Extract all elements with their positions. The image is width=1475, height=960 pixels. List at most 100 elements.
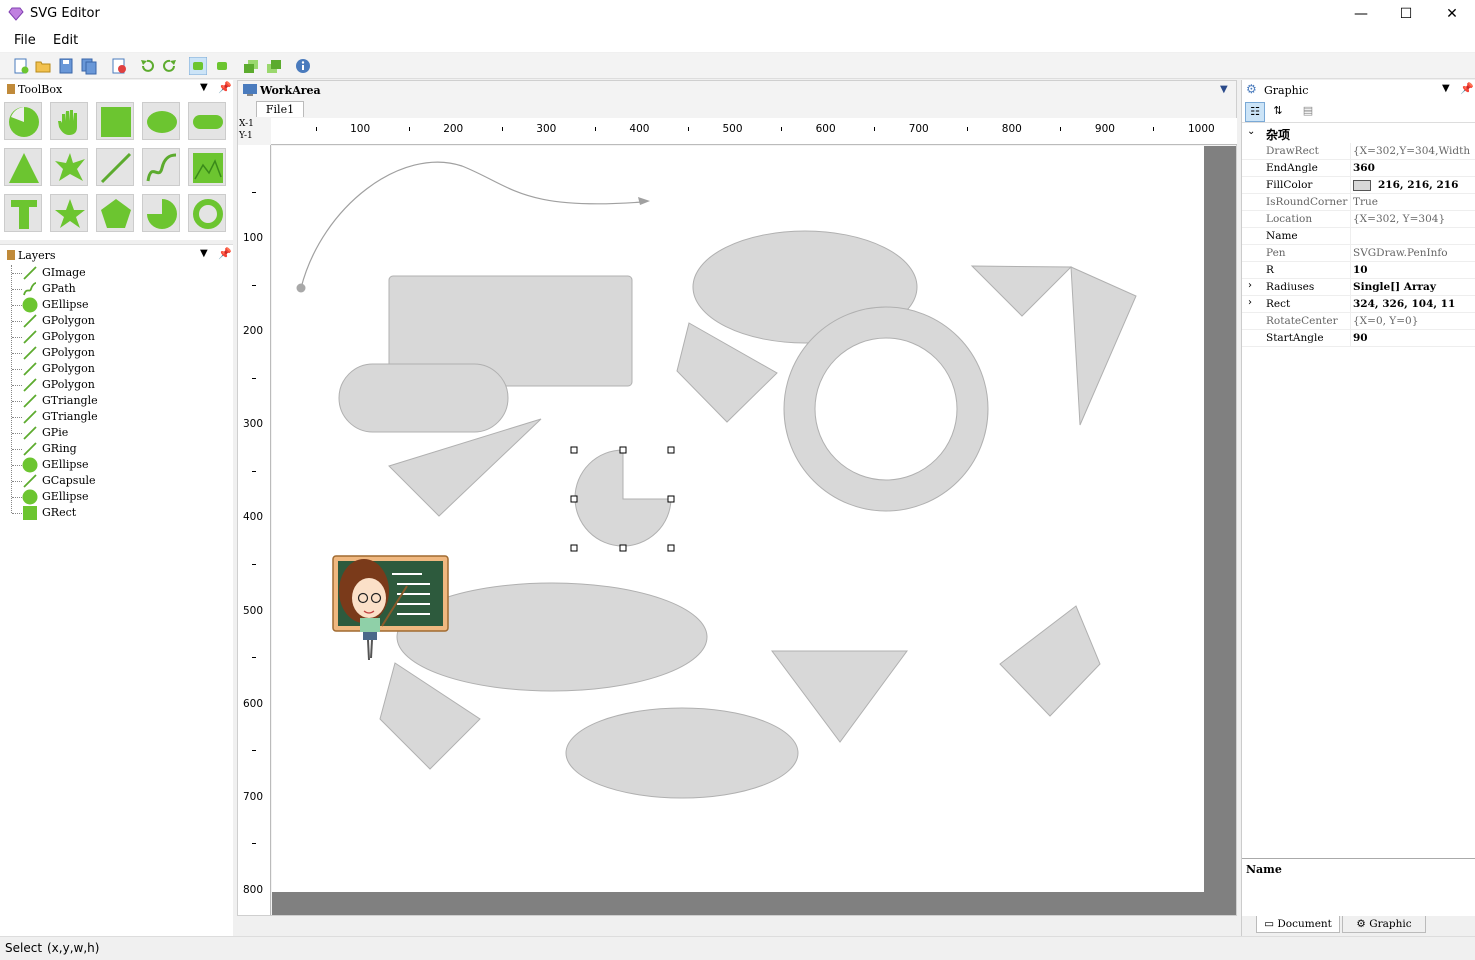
menu-edit[interactable]: Edit	[53, 33, 78, 48]
property-value[interactable]: SVGDraw.PenInfo	[1353, 247, 1475, 259]
close-button[interactable]: ✕	[1429, 0, 1475, 28]
tool-capsule[interactable]	[188, 102, 226, 140]
tool-pointer[interactable]	[4, 102, 42, 140]
canvas-scroll-area[interactable]	[272, 146, 1236, 915]
property-row[interactable]: EndAngle 360	[1242, 160, 1475, 177]
undo-icon[interactable]	[138, 57, 156, 75]
property-row[interactable]: FillColor 216, 216, 216	[1242, 177, 1475, 194]
redo-icon[interactable]	[161, 57, 179, 75]
tool-curve[interactable]	[142, 148, 180, 186]
path-shape[interactable]	[300, 161, 643, 289]
tool-text[interactable]	[4, 194, 42, 232]
property-value[interactable]: 360	[1353, 162, 1475, 174]
ellipse-shape-bottom[interactable]	[565, 707, 799, 799]
collapse-chevron-icon[interactable]: ⌄	[1247, 126, 1255, 137]
layer-item[interactable]: GTriangle	[10, 409, 210, 425]
property-category[interactable]: ⌄ 杂项	[1242, 125, 1475, 143]
expand-chevron-icon[interactable]: ›	[1248, 280, 1252, 291]
tab-document[interactable]: ▭ Document	[1256, 916, 1340, 933]
drawing-canvas[interactable]	[272, 146, 1204, 892]
layers-dropdown-icon[interactable]: ▼	[200, 248, 208, 259]
property-value[interactable]: {X=302,Y=304,Width	[1353, 145, 1475, 157]
new-file-icon[interactable]	[12, 57, 30, 75]
tool-ring[interactable]	[188, 194, 226, 232]
property-row[interactable]: IsRoundCorner True	[1242, 194, 1475, 211]
property-value[interactable]: 90	[1353, 332, 1475, 344]
layer-item[interactable]: GPolygon	[10, 313, 210, 329]
triangle-shape-2[interactable]	[771, 650, 908, 743]
property-value[interactable]: True	[1353, 196, 1475, 208]
layer-item[interactable]: GPie	[10, 425, 210, 441]
tab-graphic[interactable]: ⚙ Graphic	[1342, 916, 1426, 933]
tool-hand[interactable]	[50, 102, 88, 140]
layer-item[interactable]: GPolygon	[10, 345, 210, 361]
layer-item[interactable]: GPath	[10, 281, 210, 297]
maximize-button[interactable]: ☐	[1383, 0, 1429, 28]
tool-triangle[interactable]	[4, 148, 42, 186]
property-row[interactable]: RotateCenter {X=0, Y=0}	[1242, 313, 1475, 330]
polygon-shape-3[interactable]	[1070, 266, 1137, 426]
tool-pie[interactable]	[142, 194, 180, 232]
layer-item[interactable]: GPolygon	[10, 377, 210, 393]
property-value[interactable]: {X=0, Y=0}	[1353, 315, 1475, 327]
tool-polygon[interactable]	[50, 148, 88, 186]
expand-chevron-icon[interactable]: ›	[1248, 297, 1252, 308]
pie-shape-selected[interactable]	[574, 449, 672, 547]
layer-item[interactable]: GImage	[10, 265, 210, 281]
property-row[interactable]: Name	[1242, 228, 1475, 245]
open-folder-icon[interactable]	[34, 57, 52, 75]
property-value[interactable]: 216, 216, 216	[1378, 179, 1475, 191]
layer-item[interactable]: GPolygon	[10, 329, 210, 345]
toolbox-dropdown-icon[interactable]: ▼	[200, 82, 208, 93]
save-icon[interactable]	[57, 57, 75, 75]
triangle-shape-1[interactable]	[388, 418, 542, 517]
path-start-point[interactable]	[296, 283, 306, 293]
minimize-button[interactable]: —	[1338, 0, 1384, 28]
layer-item[interactable]: GEllipse	[10, 457, 210, 473]
polygon-shape-2[interactable]	[970, 265, 1073, 317]
tool-rectangle[interactable]	[96, 102, 134, 140]
tool-star[interactable]	[50, 194, 88, 232]
layer-item[interactable]: GRing	[10, 441, 210, 457]
layer-item[interactable]: GCapsule	[10, 473, 210, 489]
property-row[interactable]: › Radiuses Single[] Array	[1242, 279, 1475, 296]
property-value[interactable]: 324, 326, 104, 11	[1353, 298, 1475, 310]
ring-shape[interactable]	[783, 306, 989, 512]
property-value[interactable]: Single[] Array	[1353, 281, 1475, 293]
group-mode-icon[interactable]	[213, 57, 231, 75]
property-pages-icon[interactable]: ▤	[1298, 102, 1318, 122]
bring-front-icon[interactable]	[242, 57, 260, 75]
property-row[interactable]: R 10	[1242, 262, 1475, 279]
layer-item[interactable]: GRect	[10, 505, 210, 521]
sort-alpha-icon[interactable]: ⇅	[1268, 102, 1288, 122]
capsule-shape[interactable]	[338, 363, 509, 433]
tool-ellipse[interactable]	[142, 102, 180, 140]
property-value[interactable]: {X=302, Y=304}	[1353, 213, 1475, 225]
layer-item[interactable]: GPolygon	[10, 361, 210, 377]
info-icon[interactable]	[294, 57, 312, 75]
toolbox-pin-icon[interactable]: 📌	[218, 81, 232, 94]
close-file-icon[interactable]	[110, 57, 128, 75]
property-row[interactable]: Location {X=302, Y=304}	[1242, 211, 1475, 228]
categorized-view-icon[interactable]: ☷	[1245, 102, 1265, 122]
property-row[interactable]: Pen SVGDraw.PenInfo	[1242, 245, 1475, 262]
property-row[interactable]: DrawRect {X=302,Y=304,Width	[1242, 143, 1475, 160]
property-value[interactable]: 10	[1353, 264, 1475, 276]
tool-pentagon[interactable]	[96, 194, 134, 232]
tool-line[interactable]	[96, 148, 134, 186]
property-row[interactable]: StartAngle 90	[1242, 330, 1475, 347]
select-mode-icon[interactable]	[189, 57, 207, 75]
drawing-svg[interactable]	[272, 146, 1204, 892]
send-back-icon[interactable]	[265, 57, 283, 75]
menu-file[interactable]: File	[14, 33, 36, 48]
tab-file1[interactable]: File1	[256, 101, 304, 117]
workarea-dropdown-icon[interactable]: ▼	[1220, 84, 1228, 95]
layer-item[interactable]: GEllipse	[10, 489, 210, 505]
polygon-shape-5[interactable]	[999, 605, 1101, 717]
layers-pin-icon[interactable]: 📌	[218, 247, 232, 260]
layer-item[interactable]: GEllipse	[10, 297, 210, 313]
graphic-pin-icon[interactable]: 📌	[1460, 82, 1474, 95]
save-all-icon[interactable]	[80, 57, 98, 75]
property-row[interactable]: › Rect 324, 326, 104, 11	[1242, 296, 1475, 313]
tool-image[interactable]	[188, 148, 226, 186]
